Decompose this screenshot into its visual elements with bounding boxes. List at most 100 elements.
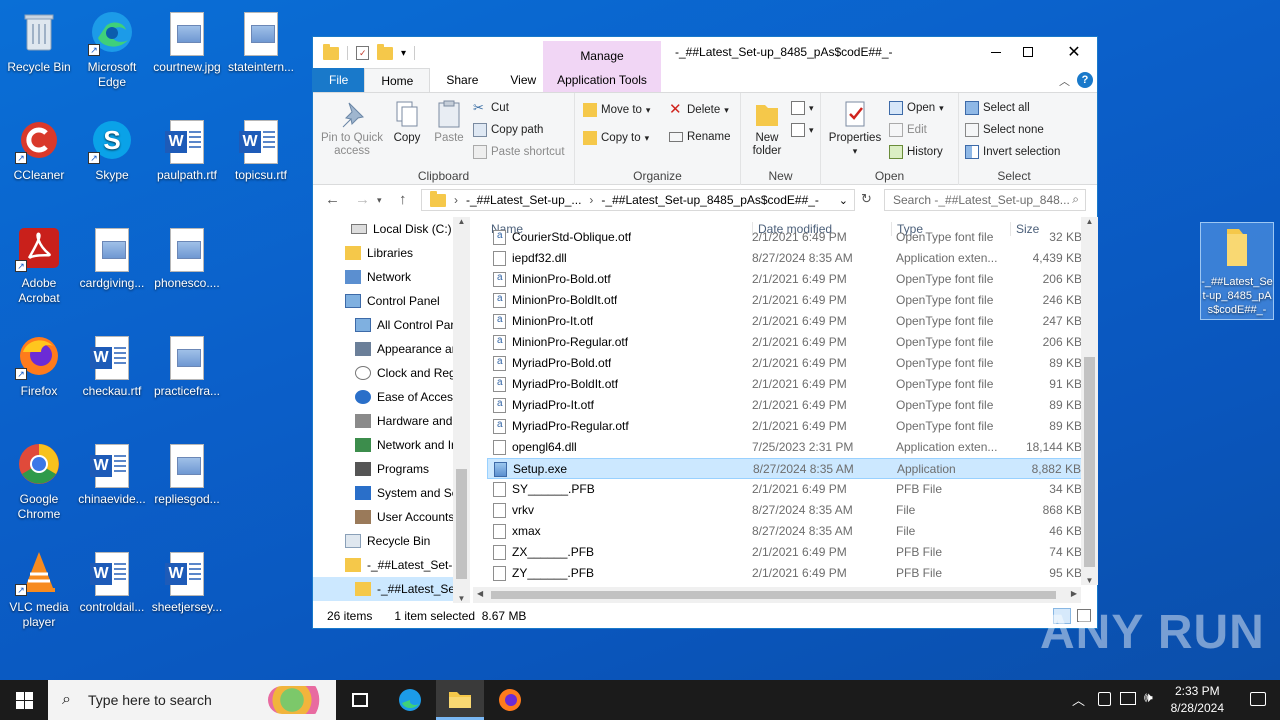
paste-button[interactable]: Paste (431, 99, 467, 145)
breadcrumb-current[interactable]: -_##Latest_Set-up_8485_pAs$codE##_- (601, 193, 819, 207)
new-item-button[interactable]: ▾ (791, 101, 814, 115)
file-row[interactable]: iepdf32.dll 8/27/2024 8:35 AM Application … (487, 248, 1086, 269)
desktop-icon-practicefra[interactable]: practicefra... (148, 332, 226, 399)
file-row[interactable]: MinionPro-Bold.otf 2/1/2021 6:49 PM OpenTy… (487, 269, 1086, 290)
nav-recycle-bin[interactable]: Recycle Bin (313, 529, 469, 553)
collapse-ribbon-icon[interactable]: ︿ (1059, 73, 1070, 89)
title-bar[interactable]: ✓ ▾ Manage -_##Latest_Set-up_8485_pAs$co… (313, 37, 1097, 69)
nav-latest-setup-subfolder[interactable]: -_##Latest_Set (313, 577, 469, 601)
up-button[interactable]: ↑ (399, 191, 407, 208)
volume-icon[interactable]: 🕪 (1144, 689, 1153, 706)
nav-scrollbar[interactable]: ▲ ▼ (453, 217, 470, 603)
scroll-thumb[interactable] (456, 469, 467, 579)
search-input[interactable]: Search -_##Latest_Set-up_848... ⌕ (884, 189, 1086, 211)
taskbar-edge[interactable] (386, 680, 434, 720)
desktop-icon-cardgiving[interactable]: cardgiving... (73, 224, 151, 291)
nav-system-security[interactable]: System and Se (313, 481, 469, 505)
scroll-left-icon[interactable]: ◀ (477, 589, 483, 598)
back-button[interactable]: ← (325, 191, 340, 208)
desktop-icon-checkau[interactable]: W checkau.rtf (73, 332, 151, 399)
file-list-scrollbar[interactable]: ▲ ▼ (1081, 217, 1098, 585)
refresh-button[interactable]: ↻ (861, 191, 872, 207)
scroll-down-icon[interactable]: ▼ (453, 594, 470, 603)
nav-local-disk[interactable]: Local Disk (C:) (313, 217, 469, 241)
tab-home[interactable]: Home (364, 68, 431, 92)
easy-access-button[interactable]: ▾ (791, 123, 814, 137)
recent-locations-icon[interactable]: ▾ (377, 195, 382, 206)
system-clock[interactable]: 2:33 PM 8/28/2024 (1171, 683, 1224, 717)
nav-network[interactable]: Network (313, 265, 469, 289)
file-row-selected[interactable]: Setup.exe 8/27/2024 8:35 AM Application 8,8… (487, 458, 1086, 479)
network-tray-icon[interactable] (1098, 692, 1111, 706)
scroll-up-icon[interactable]: ▲ (453, 217, 470, 226)
file-row[interactable]: opengl64.dll 7/25/2023 2:31 PM Application… (487, 437, 1086, 458)
desktop-icon-repliesgod[interactable]: repliesgod... (148, 440, 226, 507)
desktop-icon-ccleaner[interactable]: ↗ CCleaner (0, 116, 78, 183)
address-dropdown-icon[interactable]: ⌄ (839, 194, 848, 207)
desktop-icon-stateintern[interactable]: stateintern... (222, 8, 300, 75)
delete-button[interactable]: ✕ Delete ▾ (669, 102, 729, 117)
breadcrumb-parent[interactable]: -_##Latest_Set-up_... (466, 193, 581, 207)
paste-shortcut-button[interactable]: Paste shortcut (473, 145, 565, 159)
desktop-icon-courtnew[interactable]: courtnew.jpg (148, 8, 226, 75)
tab-application-tools[interactable]: Application Tools (543, 68, 661, 92)
new-folder-qat-icon[interactable] (377, 43, 393, 60)
task-view-button[interactable] (336, 680, 384, 720)
nav-control-panel[interactable]: Control Panel (313, 289, 469, 313)
invert-selection-button[interactable]: Invert selection (965, 145, 1060, 159)
desktop-icon-recycle-bin[interactable]: Recycle Bin (0, 8, 78, 75)
taskbar-file-explorer[interactable] (436, 680, 484, 720)
qat-dropdown-icon[interactable]: ▾ (401, 48, 406, 59)
open-button[interactable]: Open ▾ (889, 101, 944, 115)
taskbar-firefox[interactable] (486, 680, 534, 720)
show-hidden-icons-icon[interactable]: ︿ (1072, 690, 1085, 709)
file-row[interactable]: ZX______.PFB 2/1/2021 6:49 PM PFB File 74 K… (487, 542, 1086, 563)
nav-ease-of-access[interactable]: Ease of Access (313, 385, 469, 409)
ethernet-icon[interactable] (1120, 692, 1136, 705)
file-row[interactable]: MyriadPro-It.otf 2/1/2021 6:49 PM OpenType… (487, 395, 1086, 416)
taskbar-search-box[interactable]: ⌕ Type here to search (48, 680, 336, 720)
edit-button[interactable]: Edit (889, 123, 927, 137)
desktop-icon-controldail[interactable]: W controldail... (73, 548, 151, 615)
nav-all-control-panel[interactable]: All Control Par (313, 313, 469, 337)
nav-network-internet[interactable]: Network and Ir (313, 433, 469, 457)
desktop-icon-vlc[interactable]: ↗ VLC media player (0, 548, 78, 630)
properties-qat-icon[interactable]: ✓ (356, 46, 369, 60)
close-button[interactable]: ✕ (1051, 37, 1097, 67)
maximize-button[interactable] (1005, 37, 1051, 67)
nav-libraries[interactable]: Libraries (313, 241, 469, 265)
file-row[interactable]: MyriadPro-Bold.otf 2/1/2021 6:49 PM OpenTy… (487, 353, 1086, 374)
copy-path-button[interactable]: Copy path (473, 123, 543, 137)
scroll-thumb[interactable] (491, 591, 1056, 599)
nav-appearance[interactable]: Appearance an (313, 337, 469, 361)
forward-button[interactable]: → (355, 191, 370, 208)
desktop-icon-latest-setup-folder[interactable]: -_##Latest_Set-up_8485_pAs$codE##_- (1200, 222, 1274, 320)
desktop-icon-acrobat[interactable]: ↗ Adobe Acrobat (0, 224, 78, 306)
cut-button[interactable]: ✂ Cut (473, 101, 509, 115)
desktop-icon-sheetjersey[interactable]: W sheetjersey... (148, 548, 226, 615)
desktop-icon-skype[interactable]: S ↗ Skype (73, 116, 151, 183)
rename-button[interactable]: Rename (669, 131, 730, 143)
desktop-icon-chinaevide[interactable]: W chinaevide... (73, 440, 151, 507)
nav-latest-setup-folder[interactable]: -_##Latest_Set-u (313, 553, 469, 577)
nav-programs[interactable]: Programs (313, 457, 469, 481)
start-button[interactable] (0, 680, 48, 720)
nav-user-accounts[interactable]: User Accounts (313, 505, 469, 529)
scroll-right-icon[interactable]: ▶ (1071, 589, 1077, 598)
file-row[interactable]: ZY______.PFB 2/1/2021 6:49 PM PFB File 95 K… (487, 563, 1086, 583)
desktop-icon-paulpath[interactable]: W paulpath.rtf (148, 116, 226, 183)
desktop-icon-edge[interactable]: ↗ Microsoft Edge (73, 8, 151, 90)
address-bar[interactable]: › -_##Latest_Set-up_... › -_##Latest_Set… (421, 189, 855, 211)
copy-to-button[interactable]: Copy to ▾ (583, 131, 649, 145)
scroll-thumb[interactable] (1084, 357, 1095, 567)
nav-clock-region[interactable]: Clock and Regi (313, 361, 469, 385)
desktop-icon-chrome[interactable]: Google Chrome (0, 440, 78, 522)
file-row[interactable]: xmax 8/27/2024 8:35 AM File 46 KB (487, 521, 1086, 542)
desktop-icon-topicsu[interactable]: W topicsu.rtf (222, 116, 300, 183)
file-row[interactable]: MinionPro-It.otf 2/1/2021 6:49 PM OpenType… (487, 311, 1086, 332)
horizontal-scrollbar[interactable]: ◀ ▶ (473, 587, 1081, 603)
tab-file[interactable]: File (313, 68, 365, 92)
tab-share[interactable]: Share (430, 68, 494, 92)
scroll-up-icon[interactable]: ▲ (1081, 217, 1098, 226)
desktop-icon-phonesco[interactable]: phonesco.... (148, 224, 226, 291)
